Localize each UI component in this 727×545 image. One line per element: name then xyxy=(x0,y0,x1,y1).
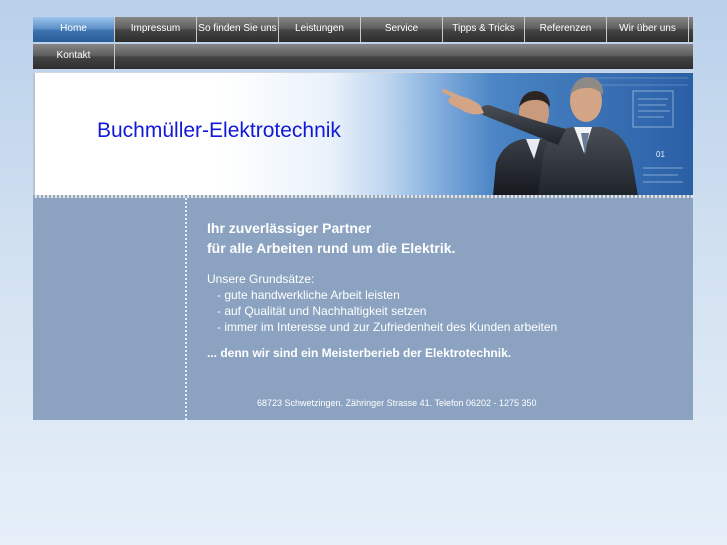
nav-item-kontakt[interactable]: Kontakt xyxy=(33,44,115,69)
two-businessmen-pointing-image: 01 xyxy=(388,73,693,196)
nav-bar-filler xyxy=(689,17,693,42)
nav-item-wir-ueber-uns[interactable]: Wir über uns xyxy=(607,17,689,42)
nav-item-referenzen[interactable]: Referenzen xyxy=(525,17,607,42)
column-divider xyxy=(185,198,187,420)
headline: Ihr zuverlässiger Partner für alle Arbei… xyxy=(207,218,455,258)
header-edge xyxy=(33,73,35,196)
content-area: Ihr zuverlässiger Partner für alle Arbei… xyxy=(33,198,693,420)
image-number: 01 xyxy=(656,150,665,159)
closing-statement: ... denn wir sind ein Meisterberieb der … xyxy=(207,346,512,360)
principles-list: Unsere Grundsätze: - gute handwerkliche … xyxy=(207,271,557,335)
list-item: - immer im Interesse und zur Zufriedenhe… xyxy=(217,320,558,334)
list-item: - auf Qualität und Nachhaltigkeit setzen xyxy=(217,304,427,318)
nav-item-home[interactable]: Home xyxy=(33,17,115,42)
headline-line: Ihr zuverlässiger Partner xyxy=(207,220,372,236)
nav-item-so-finden-sie-uns[interactable]: So finden Sie uns xyxy=(197,17,279,42)
secondary-navigation: Kontakt xyxy=(33,44,693,69)
page: Home Impressum So finden Sie uns Leistun… xyxy=(33,17,693,420)
main-navigation: Home Impressum So finden Sie uns Leistun… xyxy=(33,17,693,42)
nav-item-service[interactable]: Service xyxy=(361,17,443,42)
nav-bar-filler xyxy=(115,44,693,69)
principles-title: Unsere Grundsätze: xyxy=(207,272,315,286)
list-item: - gute handwerkliche Arbeit leisten xyxy=(217,288,400,302)
headline-line: für alle Arbeiten rund um die Elektrik. xyxy=(207,240,456,256)
nav-item-tipps-tricks[interactable]: Tipps & Tricks xyxy=(443,17,525,42)
company-name: Buchmüller-Elektrotechnik xyxy=(97,119,341,142)
header-banner: Buchmüller-Elektrotechnik 01 xyxy=(33,72,693,196)
nav-item-impressum[interactable]: Impressum xyxy=(115,17,197,42)
nav-item-leistungen[interactable]: Leistungen xyxy=(279,17,361,42)
footer-address: 68723 Schwetzingen. Zähringer Strasse 41… xyxy=(257,398,537,408)
